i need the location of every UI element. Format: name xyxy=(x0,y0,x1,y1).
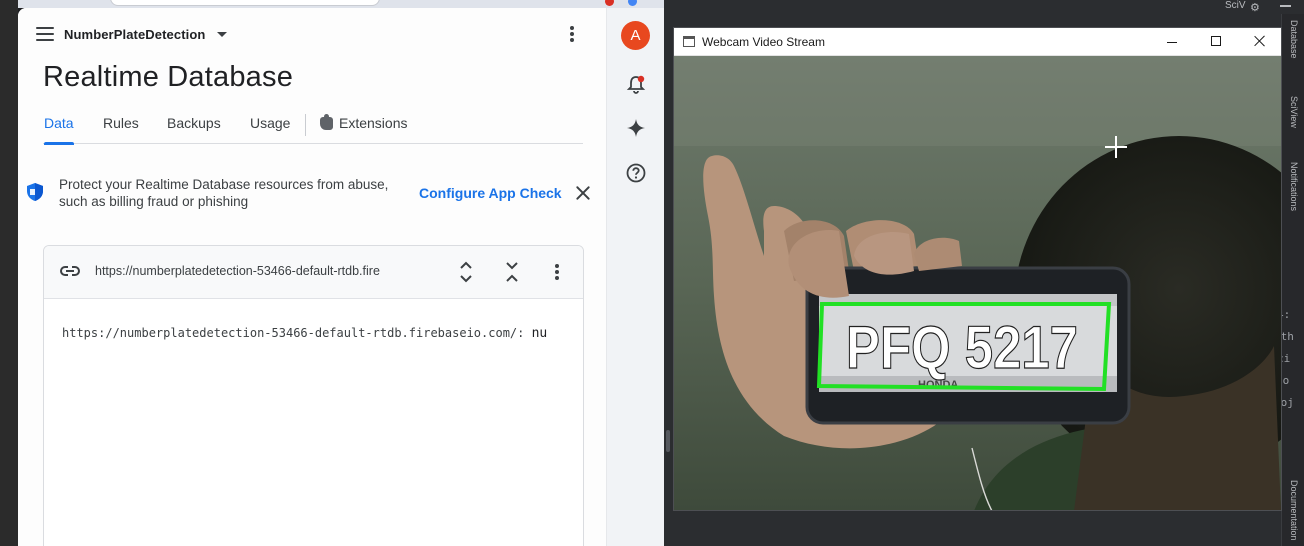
browser-address-bar[interactable] xyxy=(110,0,380,6)
tab-rules[interactable]: Rules xyxy=(103,112,139,144)
gemini-sparkle-icon[interactable] xyxy=(626,118,646,138)
database-more-icon[interactable] xyxy=(555,264,559,280)
collapse-all-icon[interactable] xyxy=(504,260,520,284)
maximize-button[interactable] xyxy=(1211,36,1221,46)
close-icon[interactable] xyxy=(575,185,591,201)
project-selector-bar: NumberPlateDetection xyxy=(36,22,228,46)
minimize-icon[interactable] xyxy=(1280,5,1291,7)
tab-divider xyxy=(305,114,306,136)
avatar[interactable]: A xyxy=(621,21,650,50)
editor-left-strip xyxy=(0,0,18,546)
database-url[interactable]: https://numberplatedetection-53466-defau… xyxy=(95,264,401,278)
database-tabs: Data Rules Backups Usage Extensions xyxy=(43,112,583,145)
tool-window-sciview[interactable]: SciView xyxy=(1289,96,1299,128)
tab-data[interactable]: Data xyxy=(44,112,74,145)
browser-extension-icon[interactable] xyxy=(605,0,614,6)
plate-number-text: PFQ 5217 xyxy=(846,314,1078,381)
banner-message: Protect your Realtime Database resources… xyxy=(59,176,399,210)
chevron-down-icon[interactable] xyxy=(217,31,228,37)
sciview-label[interactable]: SciV xyxy=(1225,0,1246,11)
tab-extensions-label: Extensions xyxy=(339,115,408,131)
ide-scrollbar[interactable] xyxy=(666,430,670,452)
menu-icon[interactable] xyxy=(36,27,54,41)
root-path: https://numberplatedetection-53466-defau… xyxy=(62,326,525,340)
webcam-window-title: Webcam Video Stream xyxy=(702,35,825,49)
tool-window-documentation[interactable]: Documentation xyxy=(1289,480,1299,541)
app-check-banner: Protect your Realtime Database resources… xyxy=(26,176,596,220)
webcam-video-feed: HONDA PFQ 5217 xyxy=(674,56,1281,510)
ide-tool-strip xyxy=(1281,14,1304,546)
webcam-title-bar[interactable]: Webcam Video Stream xyxy=(674,28,1281,56)
banner-line: such as billing fraud or phishing xyxy=(59,194,249,209)
firebase-right-rail: A xyxy=(606,8,664,546)
desktop: NumberPlateDetection Realtime Database D… xyxy=(0,0,1304,546)
firebase-console: NumberPlateDetection Realtime Database D… xyxy=(18,8,664,546)
browser-tab-strip xyxy=(18,0,664,8)
extensions-icon xyxy=(320,114,333,130)
minimize-button[interactable] xyxy=(1167,42,1177,43)
help-icon[interactable] xyxy=(626,163,646,183)
tab-extensions[interactable]: Extensions xyxy=(320,112,407,144)
project-selector[interactable]: NumberPlateDetection xyxy=(64,27,205,42)
shield-icon xyxy=(27,183,43,201)
tool-window-notifications[interactable]: Notifications xyxy=(1289,162,1299,211)
page-title: Realtime Database xyxy=(43,61,294,93)
database-root-node[interactable]: https://numberplatedetection-53466-defau… xyxy=(62,326,583,341)
expand-all-icon[interactable] xyxy=(458,260,474,284)
ide-title-bar: SciV ⚙ xyxy=(664,0,1304,14)
database-toolbar: https://numberplatedetection-53466-defau… xyxy=(44,246,583,299)
window-icon xyxy=(683,36,695,47)
tab-usage[interactable]: Usage xyxy=(250,112,290,144)
tool-window-database[interactable]: Database xyxy=(1289,20,1299,59)
root-key: nu xyxy=(531,326,548,341)
database-viewer: https://numberplatedetection-53466-defau… xyxy=(43,245,584,546)
link-icon[interactable] xyxy=(60,264,80,278)
firebase-main-panel: NumberPlateDetection Realtime Database D… xyxy=(18,8,606,546)
close-button[interactable] xyxy=(1254,35,1266,47)
configure-app-check-link[interactable]: Configure App Check xyxy=(419,185,562,201)
webcam-window: Webcam Video Stream HONDA PFQ 5217 xyxy=(673,27,1282,511)
more-options-icon[interactable] xyxy=(570,26,574,42)
browser-extension-icon[interactable] xyxy=(628,0,637,6)
notification-bell-icon[interactable] xyxy=(626,74,646,94)
gear-icon[interactable]: ⚙ xyxy=(1250,1,1260,14)
tab-backups[interactable]: Backups xyxy=(167,112,221,144)
banner-line: Protect your Realtime Database resources… xyxy=(59,177,389,192)
